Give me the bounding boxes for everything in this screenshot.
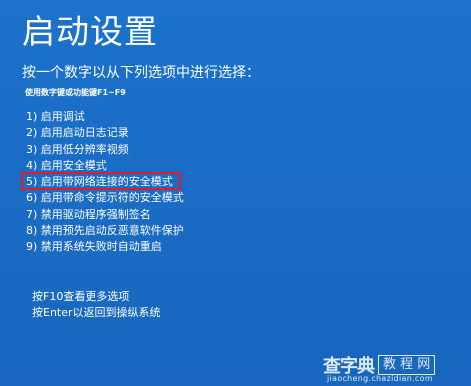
more-options-link[interactable]: 按F10查看更多选项: [32, 290, 129, 304]
option-disable-early-antimalware[interactable]: 8) 禁用预先启动反恶意软件保护: [26, 223, 184, 239]
key-hint-text: 使用数字键或功能键F1~F9: [25, 88, 126, 97]
site-watermark: 查字典 教 程 网 jiaocheng.chazidian.com: [323, 352, 463, 383]
watermark-url: jiaocheng.chazidian.com: [327, 374, 433, 383]
selection-highlight-box: [21, 172, 181, 190]
boot-settings-screen: 启动设置 按一个数字以从下列选项中进行选择： 使用数字键或功能键F1~F9 1)…: [0, 0, 471, 386]
instruction-text: 按一个数字以从下列选项中进行选择：: [22, 65, 260, 81]
option-enable-boot-logging[interactable]: 2) 启用启动日志记录: [26, 125, 184, 141]
page-title: 启动设置: [22, 12, 158, 51]
option-disable-auto-restart[interactable]: 9) 禁用系统失败时自动重启: [26, 239, 184, 255]
option-enable-low-resolution-video[interactable]: 3) 启用低分辨率视频: [26, 142, 184, 158]
option-enable-debugging[interactable]: 1) 启用调试: [26, 109, 184, 125]
option-disable-driver-signature[interactable]: 7) 禁用驱动程序强制签名: [26, 207, 184, 223]
return-to-os-link[interactable]: 按Enter以返回到操纵系统: [32, 306, 161, 320]
option-safe-mode-with-command-prompt[interactable]: 6) 启用带命令提示符的安全模式: [26, 190, 184, 206]
watermark-box-text: 教 程 网: [378, 355, 436, 375]
